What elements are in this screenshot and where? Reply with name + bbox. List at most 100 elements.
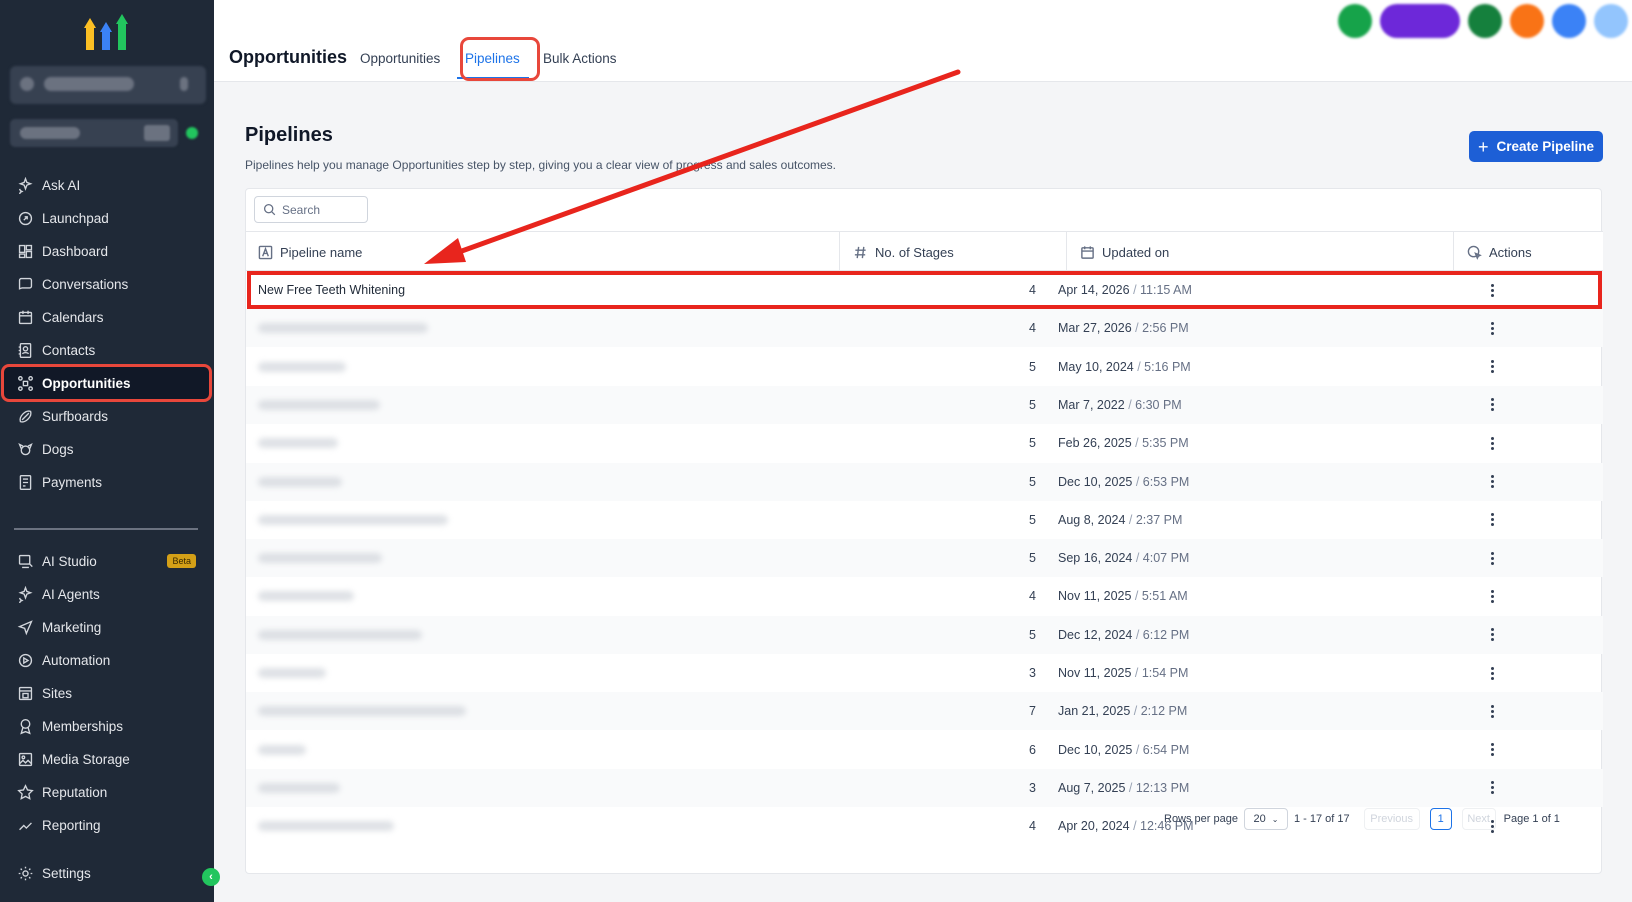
- sidebar-item-sites[interactable]: Sites: [4, 676, 210, 710]
- page-title: Pipelines: [245, 124, 333, 146]
- pipeline-name-redacted[interactable]: [258, 706, 466, 717]
- sidebar-item-dogs[interactable]: Dogs: [4, 432, 210, 466]
- more-actions-icon[interactable]: [1484, 703, 1500, 719]
- sidebar-item-opportunities[interactable]: Opportunities: [1, 364, 212, 402]
- rows-per-page-select[interactable]: 20 ⌄: [1244, 808, 1288, 830]
- updated-date: Nov 11, 2025: [1058, 666, 1132, 680]
- sidebar-item-marketing[interactable]: Marketing: [4, 610, 210, 644]
- updated-on: Mar 7, 2022 / 6:30 PM: [1058, 398, 1182, 412]
- pipeline-name-redacted[interactable]: [258, 476, 342, 487]
- ask-ai-button[interactable]: [1380, 4, 1460, 38]
- chat-icon: [16, 275, 34, 293]
- more-actions-icon[interactable]: [1484, 512, 1500, 528]
- previous-page-button[interactable]: Previous: [1363, 808, 1420, 830]
- quick-action-button[interactable]: [186, 127, 198, 139]
- pipeline-name-redacted[interactable]: [258, 399, 380, 410]
- updated-time: 2:12 PM: [1140, 704, 1188, 719]
- stage-count: 5: [1029, 436, 1036, 451]
- sidebar-item-ask-ai[interactable]: Ask AI: [4, 168, 210, 202]
- pipeline-name-redacted[interactable]: [258, 744, 306, 755]
- page-number-button[interactable]: 1: [1429, 808, 1452, 830]
- pipeline-name-redacted[interactable]: [258, 323, 428, 334]
- image-icon: [16, 750, 34, 768]
- search-input[interactable]: Search: [254, 196, 368, 223]
- sidebar-item-launchpad[interactable]: Launchpad: [4, 201, 210, 235]
- sidebar-item-reporting[interactable]: Reporting: [4, 808, 210, 842]
- table-row[interactable]: 5 Dec 12, 2024 / 6:12 PM: [246, 615, 1603, 654]
- pipeline-name-redacted[interactable]: [258, 668, 326, 678]
- annotation-row-highlight: [247, 271, 1602, 309]
- more-actions-icon[interactable]: [1484, 397, 1500, 413]
- table-row[interactable]: 5 Feb 26, 2025 / 5:35 PM: [246, 424, 1603, 462]
- table-row[interactable]: 3 Nov 11, 2025 / 1:54 PM: [246, 654, 1603, 692]
- table-row[interactable]: 5 Mar 7, 2022 / 6:30 PM: [246, 385, 1603, 424]
- sidebar-item-ai-agents[interactable]: AI Agents: [4, 577, 210, 611]
- account-switcher[interactable]: [10, 66, 206, 104]
- updated-time: 6:53 PM: [1142, 474, 1190, 489]
- sidebar-search[interactable]: [10, 119, 178, 147]
- help-icon[interactable]: [1552, 4, 1586, 38]
- pipeline-name-redacted[interactable]: [258, 553, 382, 564]
- pipeline-name-redacted[interactable]: [258, 821, 394, 832]
- sidebar-item-label: Ask AI: [42, 177, 81, 193]
- sidebar-item-conversations[interactable]: Conversations: [4, 267, 210, 301]
- table-row[interactable]: 4 Mar 27, 2026 / 2:56 PM: [246, 309, 1603, 348]
- pipeline-name-redacted[interactable]: [258, 782, 340, 793]
- sidebar-item-payments[interactable]: Payments: [4, 465, 210, 499]
- date-separator: /: [1131, 321, 1143, 336]
- sidebar-item-label: Marketing: [42, 619, 102, 635]
- more-actions-icon[interactable]: [1484, 320, 1500, 336]
- table-row[interactable]: 5 Dec 10, 2025 / 6:53 PM: [246, 462, 1603, 501]
- table-row[interactable]: 4 Nov 11, 2025 / 5:51 AM: [246, 577, 1603, 615]
- more-actions-icon[interactable]: [1484, 550, 1500, 566]
- phone-icon[interactable]: [1338, 4, 1372, 38]
- table-row[interactable]: 5 Sep 16, 2024 / 4:07 PM: [246, 539, 1603, 578]
- sidebar-item-memberships[interactable]: Memberships: [4, 709, 210, 743]
- more-actions-icon[interactable]: [1484, 474, 1500, 490]
- sidebar-item-settings[interactable]: Settings: [4, 856, 210, 890]
- table-row[interactable]: 7 Jan 21, 2025 / 2:12 PM: [246, 692, 1603, 731]
- pipeline-name-redacted[interactable]: [258, 438, 338, 449]
- more-actions-icon[interactable]: [1484, 627, 1500, 643]
- table-row[interactable]: 6 Dec 10, 2025 / 6:54 PM: [246, 731, 1603, 769]
- updated-time: 1:54 PM: [1141, 666, 1189, 680]
- table-row[interactable]: New Free Teeth Whitening 4 Apr 14, 2026 / …: [246, 271, 1603, 309]
- column-header-pipeline-name[interactable]: Pipeline name: [258, 232, 362, 272]
- more-actions-icon[interactable]: [1484, 665, 1500, 681]
- create-pipeline-button[interactable]: + Create Pipeline: [1469, 131, 1603, 162]
- pipeline-name-redacted[interactable]: [258, 361, 346, 372]
- sidebar-item-calendars[interactable]: Calendars: [4, 300, 210, 334]
- sidebar-item-automation[interactable]: Automation: [4, 643, 210, 677]
- sidebar-item-label: Settings: [42, 865, 91, 881]
- sidebar-item-media-storage[interactable]: Media Storage: [4, 742, 210, 776]
- avatar[interactable]: [1594, 4, 1628, 38]
- megaphone-icon[interactable]: [1468, 4, 1502, 38]
- more-actions-icon[interactable]: [1484, 588, 1500, 604]
- tab-opportunities[interactable]: Opportunities: [360, 51, 440, 66]
- column-header-updated-on[interactable]: Updated on: [1080, 232, 1169, 272]
- date-separator: /: [1132, 474, 1143, 489]
- sidebar-item-reputation[interactable]: Reputation: [4, 775, 210, 809]
- pipeline-name-redacted[interactable]: [258, 629, 422, 640]
- pipeline-name-redacted[interactable]: [258, 514, 448, 525]
- collapse-sidebar-button[interactable]: ‹: [202, 868, 220, 886]
- table-row[interactable]: 5 Aug 8, 2024 / 2:37 PM: [246, 501, 1603, 539]
- search-icon: [263, 203, 276, 216]
- column-header-stages[interactable]: No. of Stages: [853, 232, 954, 272]
- sidebar-item-dashboard[interactable]: Dashboard: [4, 234, 210, 268]
- sidebar-item-contacts[interactable]: Contacts: [4, 333, 210, 367]
- table-row[interactable]: 3 Aug 7, 2025 / 12:13 PM: [246, 768, 1603, 807]
- notification-icon[interactable]: [1510, 4, 1544, 38]
- table-row[interactable]: 5 May 10, 2024 / 5:16 PM: [246, 348, 1603, 386]
- more-actions-icon[interactable]: [1484, 435, 1500, 451]
- tab-bulk-actions[interactable]: Bulk Actions: [543, 51, 617, 66]
- sidebar-item-surfboards[interactable]: Surfboards: [4, 399, 210, 433]
- updated-on: Mar 27, 2026 / 2:56 PM: [1058, 321, 1189, 335]
- more-actions-icon[interactable]: [1484, 359, 1500, 375]
- next-page-button[interactable]: Next: [1461, 808, 1496, 830]
- updated-date: May 10, 2024: [1058, 359, 1134, 374]
- more-actions-icon[interactable]: [1484, 780, 1500, 796]
- sidebar-item-ai-studio[interactable]: AI Studio Beta: [4, 544, 210, 578]
- more-actions-icon[interactable]: [1484, 742, 1500, 758]
- pipeline-name-redacted[interactable]: [258, 591, 354, 602]
